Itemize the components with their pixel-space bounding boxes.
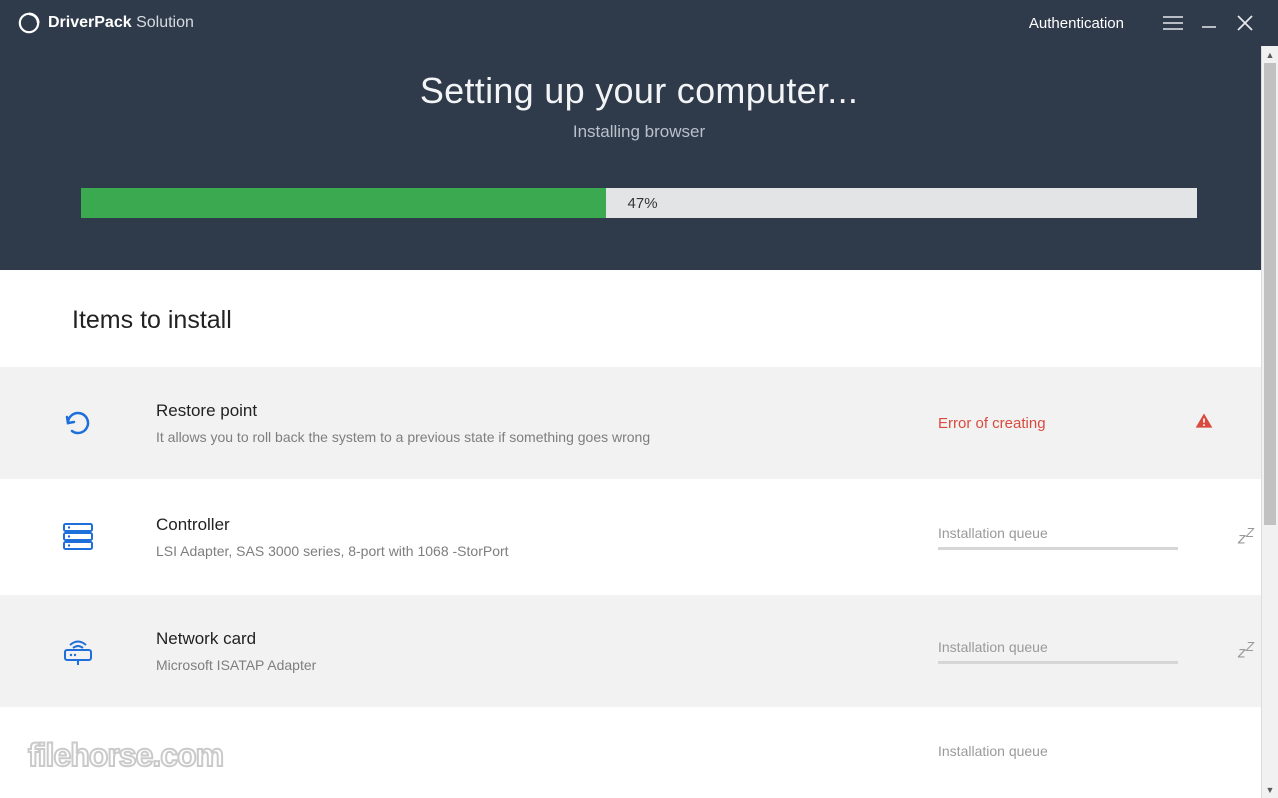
restore-spinner-icon (0, 407, 156, 439)
page-subtitle: Installing browser (0, 122, 1278, 142)
authentication-link[interactable]: Authentication (1029, 15, 1124, 32)
vertical-scrollbar[interactable]: ▲ ▼ (1261, 46, 1278, 798)
brand: DriverPack Solution (18, 12, 194, 34)
app-logo-icon (18, 12, 40, 34)
titlebar: DriverPack Solution Authentication (0, 0, 1278, 46)
scrollbar-track[interactable] (1262, 63, 1278, 781)
status-queue-text: Installation queue (938, 639, 1216, 655)
sleep-zz-icon: zZ (1238, 639, 1254, 662)
brand-name-light: Solution (132, 14, 194, 31)
item-title: Controller (156, 515, 938, 535)
brand-text: DriverPack Solution (48, 14, 194, 32)
setup-header: Setting up your computer... Installing b… (0, 46, 1278, 270)
network-card-icon (0, 636, 156, 666)
status-error-text: Error of creating (938, 415, 1194, 432)
status-queue-text: Installation queue (938, 743, 1254, 759)
item-desc: LSI Adapter, SAS 3000 series, 8-port wit… (156, 543, 938, 559)
brand-name-strong: DriverPack (48, 14, 132, 31)
hamburger-menu-icon[interactable] (1158, 8, 1188, 38)
progress-fill (81, 188, 606, 218)
controller-icon (0, 522, 156, 552)
item-desc: Microsoft ISATAP Adapter (156, 657, 938, 673)
scrollbar-up-arrow-icon[interactable]: ▲ (1262, 46, 1278, 63)
close-button[interactable] (1230, 8, 1260, 38)
queue-progress-bar (938, 547, 1178, 550)
queue-progress-bar (938, 661, 1178, 664)
status-queue-text: Installation queue (938, 525, 1216, 541)
install-item-restore-point: Restore point It allows you to roll back… (0, 365, 1278, 479)
scrollbar-down-arrow-icon[interactable]: ▼ (1262, 781, 1278, 798)
install-item-network-card: Network card Microsoft ISATAP Adapter In… (0, 593, 1278, 707)
item-desc: It allows you to roll back the system to… (156, 429, 938, 445)
item-title: Restore point (156, 401, 938, 421)
main-content: Setting up your computer... Installing b… (0, 46, 1278, 798)
install-item-controller: Controller LSI Adapter, SAS 3000 series,… (0, 479, 1278, 593)
progress-percent-label: 47% (606, 188, 658, 218)
page-title: Setting up your computer... (0, 70, 1278, 112)
warning-triangle-icon (1194, 411, 1214, 436)
section-heading: Items to install (0, 270, 1278, 365)
sleep-zz-icon: zZ (1238, 525, 1254, 548)
minimize-button[interactable] (1194, 8, 1224, 38)
watermark: filehorse.com (28, 737, 223, 774)
item-title: Network card (156, 629, 938, 649)
progress-bar: 47% (81, 188, 1197, 218)
scrollbar-thumb[interactable] (1264, 63, 1276, 525)
